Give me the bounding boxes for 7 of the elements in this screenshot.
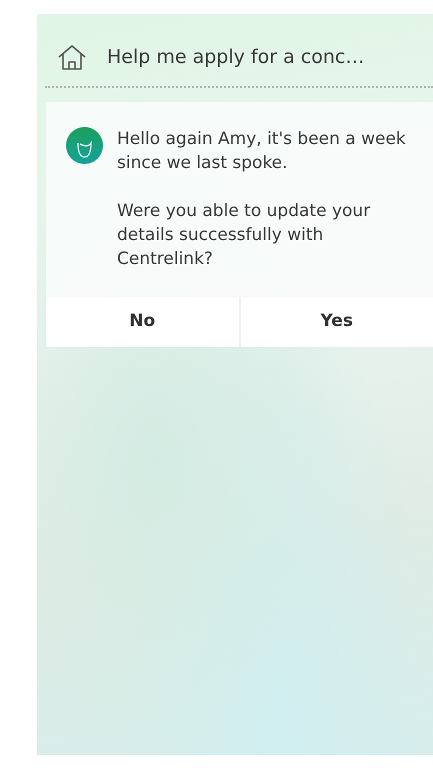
conversation-title: Help me apply for a conc… [107,44,364,70]
answer-button[interactable]: No [46,297,238,347]
answer-button[interactable]: Yes [240,297,433,347]
message-text: Hello again Amy, it's been a week since we last spoke. [117,128,407,175]
avatar-icon [66,127,103,164]
home-icon[interactable] [57,44,87,70]
message-text: Were you able to update your details successfully with Centrelink? [117,200,372,271]
